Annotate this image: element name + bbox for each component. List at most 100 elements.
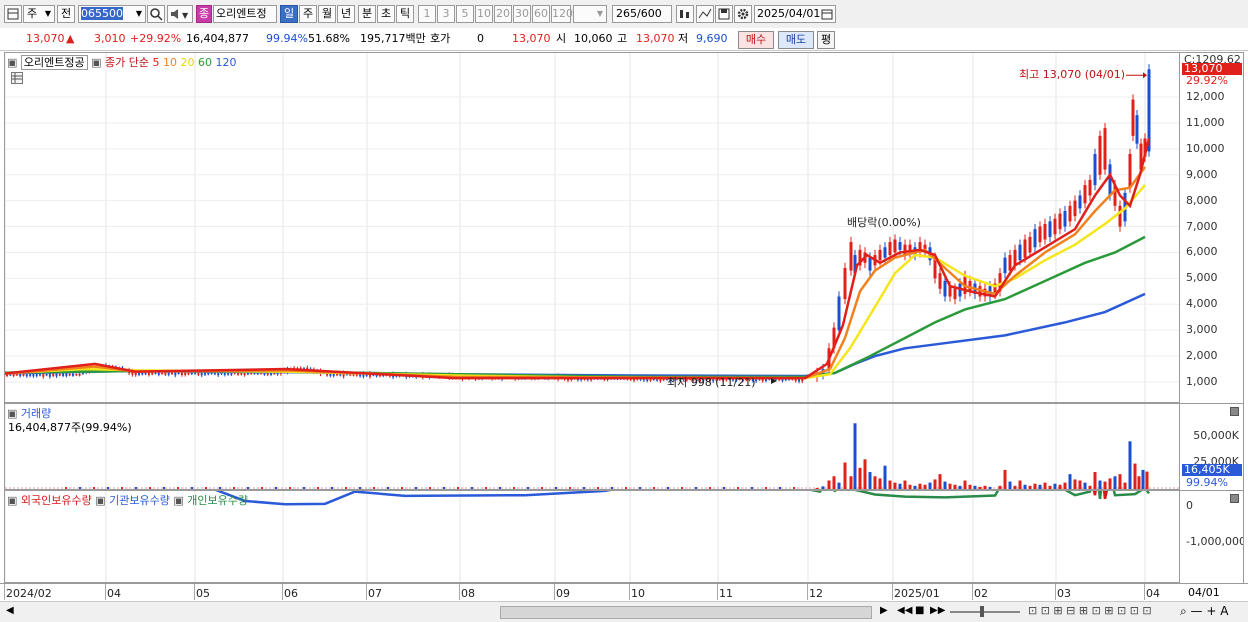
volume-bar-small bbox=[513, 487, 515, 489]
scroll-left-icon[interactable]: ◀ bbox=[6, 605, 14, 616]
trade-volume: 16,404,877 bbox=[186, 32, 249, 45]
volume-bar-small bbox=[107, 487, 109, 489]
price-legend: ▣ 오리엔트정공 ▣ 종가 단순 5 10 20 60 120 bbox=[7, 54, 237, 70]
zoom-slider[interactable] bbox=[950, 611, 1020, 613]
volume-bar-small bbox=[765, 487, 767, 489]
stock-name-label[interactable]: 오리엔트정공 bbox=[20, 55, 88, 70]
search-icon[interactable] bbox=[147, 5, 165, 23]
close-panel-icon[interactable] bbox=[1230, 407, 1239, 416]
tab-second[interactable]: 초 bbox=[377, 5, 395, 23]
interval-5[interactable]: 5 bbox=[456, 5, 474, 23]
count-field[interactable]: 265/600 bbox=[612, 5, 672, 23]
volume-bar bbox=[973, 485, 977, 489]
candle-body bbox=[1108, 164, 1112, 196]
avg-button[interactable]: 평 bbox=[817, 31, 835, 49]
interval-120[interactable]: 120 bbox=[551, 5, 573, 23]
volume-bar-small bbox=[149, 487, 151, 489]
x-tick: 02 bbox=[974, 587, 988, 600]
drawing-tools-icon[interactable]: ⊡ ⊡ ⊞ ⊟ ⊞ ⊡ ⊞ ⊡ ⊡ ⊡ bbox=[1028, 604, 1152, 617]
forward-icon[interactable]: ▶▶ bbox=[930, 605, 945, 616]
sound-icon[interactable]: ▼ bbox=[167, 5, 193, 23]
line-tool-icon[interactable] bbox=[696, 5, 714, 23]
gear-icon[interactable] bbox=[734, 5, 752, 23]
stock-code-value: 065500 bbox=[81, 7, 123, 20]
interval-20[interactable]: 20 bbox=[494, 5, 512, 23]
volume-panel[interactable]: ▣ 거래량 16,404,877주(99.94%) bbox=[4, 403, 1180, 490]
chevron-down-icon: ▼ bbox=[596, 9, 603, 18]
volume-bar-small bbox=[317, 487, 319, 489]
sell-button[interactable]: 매도 bbox=[778, 31, 814, 49]
candle-settings-icon[interactable] bbox=[676, 5, 694, 23]
table-icon[interactable] bbox=[11, 72, 23, 84]
x-tick: 05 bbox=[196, 587, 210, 600]
tab-monthly[interactable]: 월 bbox=[318, 5, 336, 23]
price-tick: 8,000 bbox=[1186, 193, 1218, 207]
volume-bar bbox=[1073, 479, 1077, 489]
x-tick: 04 bbox=[1146, 587, 1160, 600]
interval-10[interactable]: 10 bbox=[475, 5, 493, 23]
tab-yearly[interactable]: 년 bbox=[337, 5, 355, 23]
save-icon[interactable] bbox=[715, 5, 733, 23]
rewind-icon[interactable]: ◀◀ bbox=[897, 605, 912, 616]
tab-weekly[interactable]: 주 bbox=[299, 5, 317, 23]
interval-30[interactable]: 30 bbox=[513, 5, 531, 23]
volume-bar bbox=[998, 485, 1002, 489]
volume-bar-small bbox=[289, 487, 291, 489]
interval-60[interactable]: 60 bbox=[532, 5, 550, 23]
volume-bar-small bbox=[177, 487, 179, 489]
volume-bar bbox=[853, 423, 857, 489]
holdings-axis: 0 -1,000,000 bbox=[1180, 490, 1244, 583]
period-select[interactable]: 주 ▼ bbox=[23, 5, 55, 23]
x-tick-mark bbox=[4, 584, 5, 600]
hoga-price: 13,070 bbox=[512, 32, 551, 45]
tab-tick[interactable]: 틱 bbox=[396, 5, 414, 23]
zoom-tools-icon[interactable]: ⌕ — + A bbox=[1180, 604, 1228, 619]
volume-bar bbox=[1108, 478, 1112, 489]
x-tick: 10 bbox=[631, 587, 645, 600]
volume-bar-small bbox=[793, 487, 795, 489]
institution-holdings-label[interactable]: 기관보유수량 bbox=[109, 494, 170, 507]
volume-bar bbox=[1018, 480, 1022, 489]
prev-button[interactable]: 전 bbox=[57, 5, 75, 23]
vol-tick-50000k: 50,000K bbox=[1193, 429, 1239, 442]
stop-icon[interactable]: ■ bbox=[915, 605, 924, 616]
stock-name-field[interactable]: 오리엔트정 bbox=[213, 5, 277, 23]
dividend-annotation: 배당락(0.00%) bbox=[847, 216, 921, 229]
layout-icon[interactable] bbox=[4, 5, 22, 23]
stock-code-input[interactable]: 065500 ▼ bbox=[78, 5, 146, 23]
ma-legend-label[interactable]: 종가 단순 bbox=[105, 56, 149, 69]
zoom-slider-handle[interactable] bbox=[980, 606, 984, 617]
volume-bar-small bbox=[779, 487, 781, 489]
date-input[interactable]: 2025/04/01 bbox=[754, 5, 836, 23]
scroll-thumb[interactable] bbox=[500, 606, 872, 619]
search-glyph bbox=[150, 8, 163, 21]
x-tick: 2025/01 bbox=[894, 587, 940, 600]
bottom-scrollbar[interactable]: ◀ ▶ ◀◀ ■ ▶▶ ⊡ ⊡ ⊞ ⊟ ⊞ ⊡ ⊞ ⊡ ⊡ ⊡ ⌕ — + A bbox=[0, 601, 1248, 622]
tab-daily[interactable]: 일 bbox=[280, 5, 298, 23]
high-annotation: 최고 13,070 (04/01) bbox=[1019, 68, 1126, 81]
close-panel-icon[interactable] bbox=[1230, 494, 1239, 503]
candle-body bbox=[1088, 179, 1092, 196]
x-tick: 09 bbox=[556, 587, 570, 600]
volume-bar-small bbox=[695, 487, 697, 489]
holdings-panel[interactable]: ▣ 외국인보유수량 ▣ 기관보유수량 ▣ 개인보유수량 bbox=[4, 490, 1180, 583]
x-tick-mark bbox=[892, 584, 893, 600]
volume-bar bbox=[1063, 482, 1067, 489]
interval-1[interactable]: 1 bbox=[418, 5, 436, 23]
foreign-holdings-label[interactable]: 외국인보유수량 bbox=[21, 494, 92, 507]
price-chart[interactable] bbox=[5, 53, 1180, 403]
x-tick: 07 bbox=[368, 587, 382, 600]
play-icon[interactable]: ▶ bbox=[880, 605, 888, 616]
price-panel[interactable]: ▣ 오리엔트정공 ▣ 종가 단순 5 10 20 60 120 최고 13,07… bbox=[4, 52, 1180, 403]
individual-holdings-label[interactable]: 개인보유수량 bbox=[187, 494, 248, 507]
buy-button[interactable]: 매수 bbox=[738, 31, 774, 49]
interval-3[interactable]: 3 bbox=[437, 5, 455, 23]
layout-glyph bbox=[7, 8, 19, 20]
open-label: 시 bbox=[556, 32, 567, 45]
tab-minute[interactable]: 분 bbox=[358, 5, 376, 23]
volume-bar bbox=[849, 476, 853, 489]
volume-bar-small bbox=[121, 487, 123, 489]
volume-bar bbox=[898, 483, 902, 489]
custom-interval-select[interactable]: ▼ bbox=[573, 5, 607, 23]
volume-chart[interactable] bbox=[5, 404, 1180, 490]
